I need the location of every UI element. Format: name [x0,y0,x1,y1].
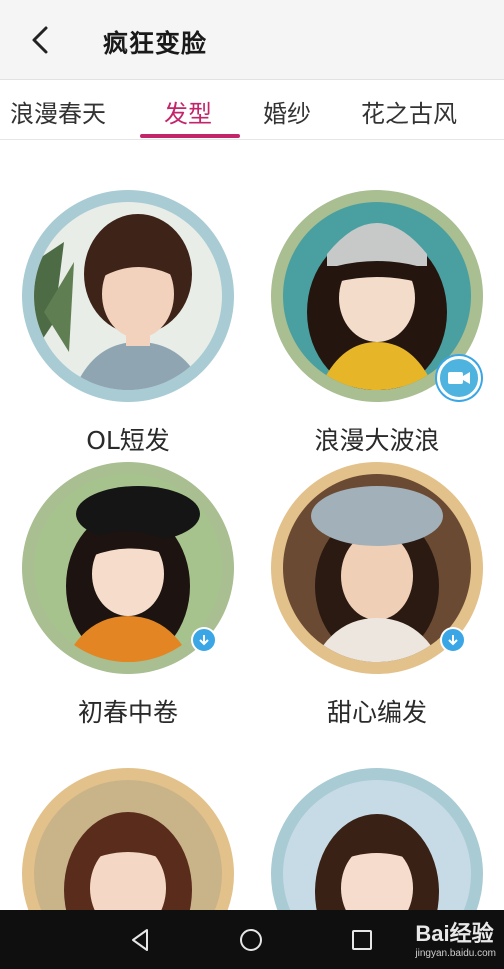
system-nav-bar: Bai经验 jingyan.baidu.com [0,910,504,969]
download-icon [448,635,458,646]
photo-ring [22,768,234,910]
chevron-left-icon [32,26,48,54]
portrait-image [34,202,222,390]
camera-badge [437,356,481,400]
download-badge[interactable] [440,627,466,653]
hairstyle-grid: OL短发 浪漫大波浪 初春中卷 甜心编发 [0,140,504,910]
tab-hairstyle[interactable]: 发型 [164,94,212,129]
download-badge[interactable] [191,627,217,653]
watermark-brand: Bai经验 [415,921,494,946]
triangle-back-icon [132,929,148,951]
download-icon [199,635,209,646]
photo-ring [22,190,234,402]
style-card-sweet-braid[interactable]: 甜心编发 [262,412,492,727]
nav-recent-button[interactable] [342,920,382,960]
photo-ring [271,768,483,910]
active-tab-indicator [140,134,240,138]
style-card-early-spring-curl[interactable]: 初春中卷 [13,412,243,727]
circle-home-icon [240,929,262,951]
category-tabs: 浪漫春天 发型 婚纱 花之古风 [0,80,504,140]
tab-wedding-dress[interactable]: 婚纱 [263,94,311,129]
style-card-5[interactable] [13,718,243,910]
tab-ancient-style[interactable]: 花之古风 [361,94,457,129]
page-title: 疯狂变脸 [103,29,208,58]
app-header: 疯狂变脸 [0,0,504,80]
style-card-romantic-waves[interactable]: 浪漫大波浪 [262,140,492,455]
back-button[interactable] [22,22,58,58]
style-card-6[interactable] [262,718,492,910]
square-recent-icon [352,930,372,950]
watermark: Bai经验 jingyan.baidu.com [415,916,496,959]
style-card-ol-short[interactable]: OL短发 [13,140,243,455]
nav-back-button[interactable] [120,920,160,960]
portrait-image [283,780,471,910]
portrait-image [34,780,222,910]
video-camera-icon [448,372,470,384]
watermark-url: jingyan.baidu.com [415,948,496,959]
nav-home-button[interactable] [231,920,271,960]
tab-romantic-spring[interactable]: 浪漫春天 [10,94,106,129]
